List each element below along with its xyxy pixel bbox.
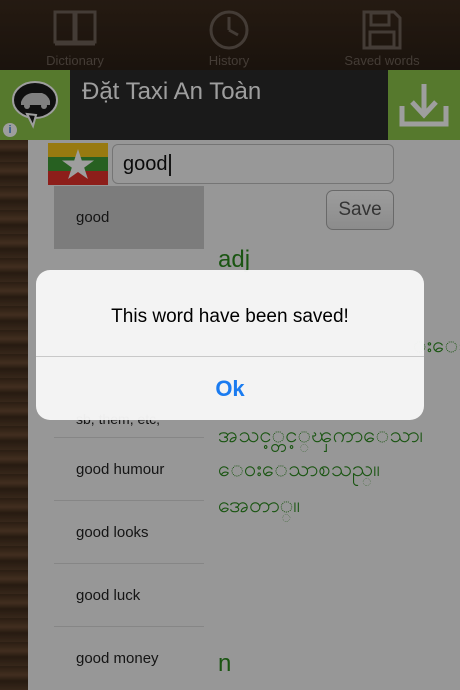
saved-alert-dialog: This word have been saved! Ok — [36, 270, 424, 420]
alert-message: This word have been saved! — [111, 306, 349, 327]
alert-ok-button[interactable]: Ok — [36, 357, 424, 420]
